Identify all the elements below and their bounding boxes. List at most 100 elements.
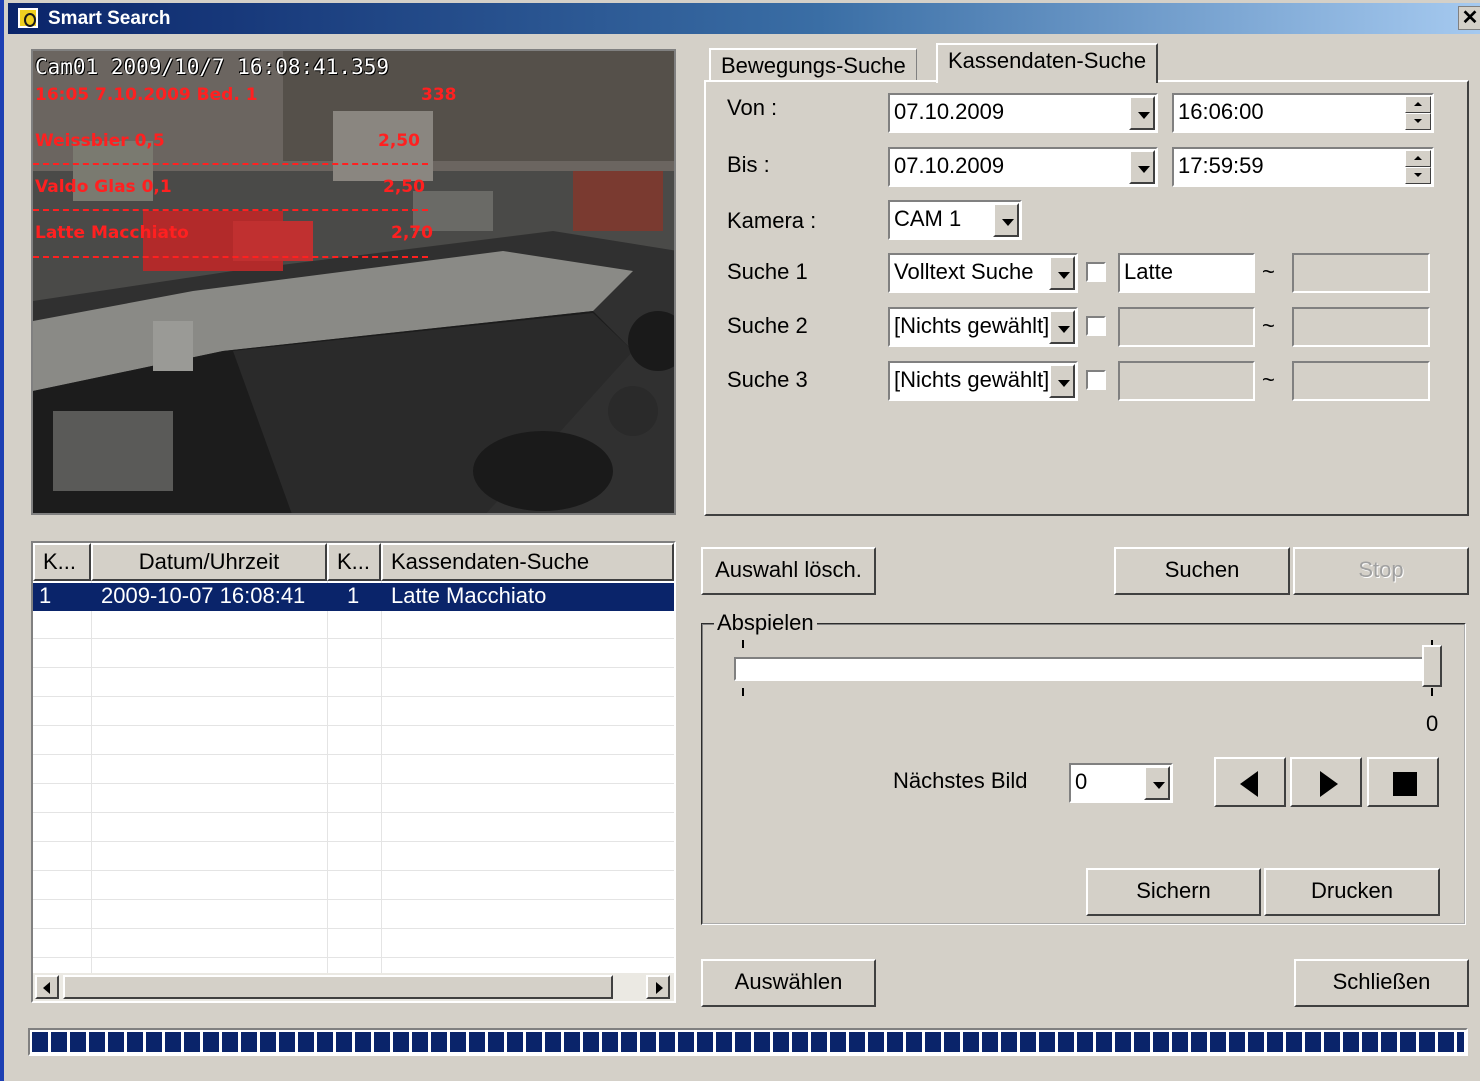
receipt-divider — [33, 163, 428, 165]
grid-line — [381, 581, 382, 973]
bis-time-value: 17:59:59 — [1178, 153, 1264, 178]
play-back-icon — [1240, 771, 1258, 797]
suche-2-mode-dropdown[interactable]: [Nichts gewählt] — [888, 307, 1078, 347]
arrow-left-icon — [43, 982, 50, 994]
app-icon — [18, 8, 38, 28]
suche-1-value: Latte — [1124, 259, 1173, 284]
clear-selection-button[interactable]: Auswahl lösch. — [701, 547, 876, 595]
smart-search-window: Smart Search ✕ Cam01 2009/10/7 16:08:41.… — [0, 0, 1480, 1081]
tab-kassendaten-suche[interactable]: Kassendaten-Suche — [936, 43, 1159, 83]
cell-k1: 1 — [39, 583, 52, 608]
next-frame-label: Nächstes Bild — [893, 768, 1028, 793]
close-button[interactable]: Schließen — [1294, 959, 1469, 1007]
previous-frame-button[interactable] — [1214, 757, 1286, 807]
grid-line — [33, 696, 674, 697]
chevron-down-icon[interactable] — [1144, 766, 1170, 800]
bis-label: Bis : — [727, 152, 770, 177]
suche-1-mode-dropdown[interactable]: Volltext Suche — [888, 253, 1078, 293]
von-date-dropdown[interactable]: 07.10.2009 — [888, 93, 1158, 133]
search-button[interactable]: Suchen — [1114, 547, 1290, 595]
suche-2-value-input[interactable] — [1118, 307, 1255, 347]
next-frame-dropdown[interactable]: 0 — [1069, 763, 1173, 803]
print-button[interactable]: Drucken — [1264, 868, 1440, 916]
play-forward-icon — [1320, 771, 1338, 797]
suche-1-mode-value: Volltext Suche — [894, 259, 1034, 284]
suche-2-range-end-input[interactable] — [1292, 307, 1430, 347]
results-list[interactable]: K... Datum/Uhrzeit K... Kassendaten-Such… — [31, 541, 676, 1003]
next-frame-value: 0 — [1075, 769, 1088, 794]
bis-time-field[interactable]: 17:59:59 — [1172, 147, 1434, 187]
next-frame-button[interactable] — [1290, 757, 1362, 807]
scrollbar-thumb[interactable] — [63, 975, 613, 999]
kamera-dropdown[interactable]: CAM 1 — [888, 200, 1022, 240]
grid-line — [33, 870, 674, 871]
spin-down-icon[interactable] — [1405, 167, 1431, 184]
arrow-right-icon — [656, 982, 663, 994]
stop-playback-button[interactable] — [1367, 757, 1439, 807]
grid-line — [33, 928, 674, 929]
grid-line — [33, 783, 674, 784]
spin-up-icon[interactable] — [1405, 150, 1431, 167]
column-header-k1[interactable]: K... — [33, 543, 91, 581]
select-button[interactable]: Auswählen — [701, 959, 876, 1007]
bis-date-dropdown[interactable]: 07.10.2009 — [888, 147, 1158, 187]
column-header-kassendaten[interactable]: Kassendaten-Suche — [381, 543, 674, 581]
von-time-field[interactable]: 16:06:00 — [1172, 93, 1434, 133]
grid-line — [33, 725, 674, 726]
table-row[interactable]: 1 2009-10-07 16:08:41 1 Latte Macchiato — [33, 583, 674, 611]
slider-tick — [1431, 688, 1433, 696]
progress-fill — [32, 1032, 1464, 1052]
suche-1-checkbox[interactable] — [1086, 262, 1106, 282]
chevron-down-icon[interactable] — [1049, 256, 1075, 290]
suche-1-label: Suche 1 — [727, 259, 808, 284]
suche-3-label: Suche 3 — [727, 367, 808, 392]
cell-kassendaten: Latte Macchiato — [391, 583, 547, 608]
chevron-down-icon[interactable] — [993, 203, 1019, 237]
scroll-right-button[interactable] — [646, 975, 670, 999]
playback-slider-thumb[interactable] — [1422, 645, 1442, 687]
grid-line — [33, 754, 674, 755]
spin-down-icon[interactable] — [1405, 113, 1431, 130]
von-time-spinner[interactable] — [1405, 96, 1431, 130]
slider-tick — [742, 640, 744, 648]
receipt-item-name: Weissbier 0,5 — [35, 131, 165, 151]
receipt-item-price: 2,70 — [391, 223, 433, 243]
suche-3-range-end-input[interactable] — [1292, 361, 1430, 401]
scroll-left-button[interactable] — [35, 975, 59, 999]
bis-time-spinner[interactable] — [1405, 150, 1431, 184]
playback-group-label: Abspielen — [714, 610, 817, 636]
horizontal-scrollbar[interactable] — [33, 973, 674, 1001]
receipt-item-price: 2,50 — [383, 177, 425, 197]
suche-2-mode-value: [Nichts gewählt] — [894, 313, 1050, 338]
stop-icon — [1393, 772, 1417, 796]
spin-up-icon[interactable] — [1405, 96, 1431, 113]
suche-3-value-input[interactable] — [1118, 361, 1255, 401]
column-header-datetime[interactable]: Datum/Uhrzeit — [91, 543, 327, 581]
chevron-down-icon[interactable] — [1049, 364, 1075, 398]
cell-datetime: 2009-10-07 16:08:41 — [101, 583, 306, 608]
suche-3-checkbox[interactable] — [1086, 370, 1106, 390]
receipt-header: 16:05 7.10.2009 Bed. 1 — [35, 85, 258, 105]
suche-1-range-end-input[interactable] — [1292, 253, 1430, 293]
suche-3-mode-dropdown[interactable]: [Nichts gewählt] — [888, 361, 1078, 401]
grid-line — [33, 812, 674, 813]
suche-2-checkbox[interactable] — [1086, 316, 1106, 336]
playback-slider-value: 0 — [1426, 711, 1439, 736]
tab-bewegungs-suche[interactable]: Bewegungs-Suche — [709, 48, 917, 82]
suche-2-label: Suche 2 — [727, 313, 808, 338]
chevron-down-icon[interactable] — [1129, 150, 1155, 184]
range-tilde: ~ — [1262, 367, 1275, 392]
chevron-down-icon[interactable] — [1049, 310, 1075, 344]
playback-slider-track[interactable] — [734, 657, 1440, 681]
stop-button[interactable]: Stop — [1293, 547, 1469, 595]
suche-1-value-input[interactable]: Latte — [1118, 253, 1255, 293]
chevron-down-icon[interactable] — [1129, 96, 1155, 130]
grid-line — [327, 581, 328, 973]
von-date-value: 07.10.2009 — [894, 99, 1005, 124]
column-header-k2[interactable]: K... — [327, 543, 381, 581]
von-time-value: 16:06:00 — [1178, 99, 1264, 124]
bis-date-value: 07.10.2009 — [894, 153, 1005, 178]
close-window-button[interactable]: ✕ — [1458, 6, 1480, 30]
progress-bar — [28, 1028, 1468, 1056]
save-button[interactable]: Sichern — [1086, 868, 1261, 916]
